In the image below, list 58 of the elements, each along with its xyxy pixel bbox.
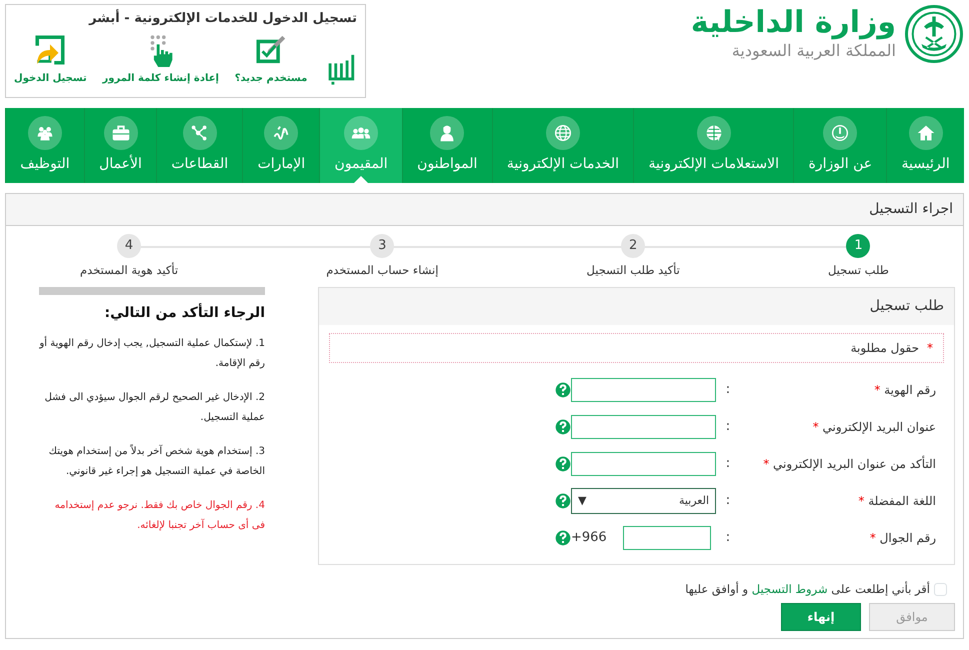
ministry-title: وزارة الداخلية [690,6,896,38]
input-field[interactable] [571,378,716,402]
language-select[interactable]: العربية ▼ [571,488,716,514]
field-colon: : [724,381,732,399]
help-icon[interactable] [555,418,571,435]
nav-tab[interactable]: التوظيف [4,108,84,183]
help-icon[interactable] [555,456,571,472]
phone-prefix: +966 [571,529,607,547]
step-label: تأكيد طلب التسجيل [586,262,680,279]
help-icon[interactable] [555,530,571,546]
panel-title: اجراء التسجيل [6,194,963,226]
step-label: إنشاء حساب المستخدم [326,262,438,279]
field-label: رقم الهوية * [873,382,936,399]
nav-tab[interactable]: القطاعات [156,108,242,183]
note-text: 1. لإستكمال عملية التسجيل, يجب إدخال رقم الهوية أو رقم الإقامة. [39,335,265,372]
input-field[interactable] [571,452,716,476]
nav-tab[interactable]: الإمارات [242,108,320,183]
step-number: 3 [370,234,394,258]
agreement-text: أقر بأني إطلعت على شروط التسجيل و أوافق عليها [685,581,930,598]
nav-tab[interactable]: الرئيسية [886,108,964,183]
field-colon: : [724,418,732,436]
nav-tab[interactable]: عن الوزارة [793,108,886,183]
nav-tab[interactable]: الأعمال [84,108,156,183]
absher-login-title: تسجيل الدخول للخدمات الإلكترونية - أبشر [88,9,357,28]
terms-link[interactable]: شروط التسجيل [752,582,828,596]
field-label: التأكد من عنوان البريد الإلكتروني * [762,454,936,473]
step-number: 1 [846,234,870,258]
field-colon: : [724,455,732,473]
absher-link[interactable]: إعادة إنشاء كلمة المرور [102,32,219,86]
input-field[interactable] [571,414,716,439]
required-fields-note: * حقول مطلوبة [329,333,944,364]
step-label: تأكيد هوية المستخدم [80,262,178,279]
note-text: 3. إستخدام هوية شخص آخر بدلاً من إستخدام هويتك الخاصة في عملية التسجيل هو إجراء غير قانوني. [48,443,265,480]
notes-title: الرجاء التأكد من التالي: [104,303,265,324]
help-icon[interactable] [555,492,571,509]
absher-link[interactable]: مستخدم جديد؟ [234,32,308,86]
absher-link[interactable]: تسجيل الدخول [14,32,87,86]
ministry-subtitle: المملكة العربية السعودية [730,40,896,62]
nav-tab[interactable]: المقيمون [319,108,402,183]
agree-checkbox[interactable] [934,583,947,596]
finish-button[interactable]: إنهاء [781,602,861,630]
input-field[interactable] [622,526,711,550]
login-icon [33,32,68,66]
step-number: 4 [117,234,142,258]
tab-pointer-icon [354,176,368,183]
step-number: 2 [621,234,646,258]
note-text: 2. الإدخال غير الصحيح لرقم الجوال سيؤدي الى فشل عملية التسجيل. [44,391,265,426]
nav-tab[interactable]: الخدمات الإلكترونية [492,108,634,183]
field-label: عنوان البريد الإلكتروني * [812,418,936,436]
note-text: 4. رقم الجوال خاص بك فقط. نرجو عدم إستخدامه فى أى حساب آخر تجنبا لإلغائه. [54,499,265,534]
form-title: طلب تسجيل [319,288,954,326]
nav-tab[interactable]: الاستعلامات الإلكترونية [633,108,794,183]
help-icon[interactable] [555,382,571,398]
field-label: رقم الجوال * [868,530,936,547]
field-colon: : [724,492,732,510]
field-label: اللغة المفضلة * [857,492,936,510]
step-label: طلب تسجيل [828,262,889,279]
field-colon: : [724,529,732,547]
